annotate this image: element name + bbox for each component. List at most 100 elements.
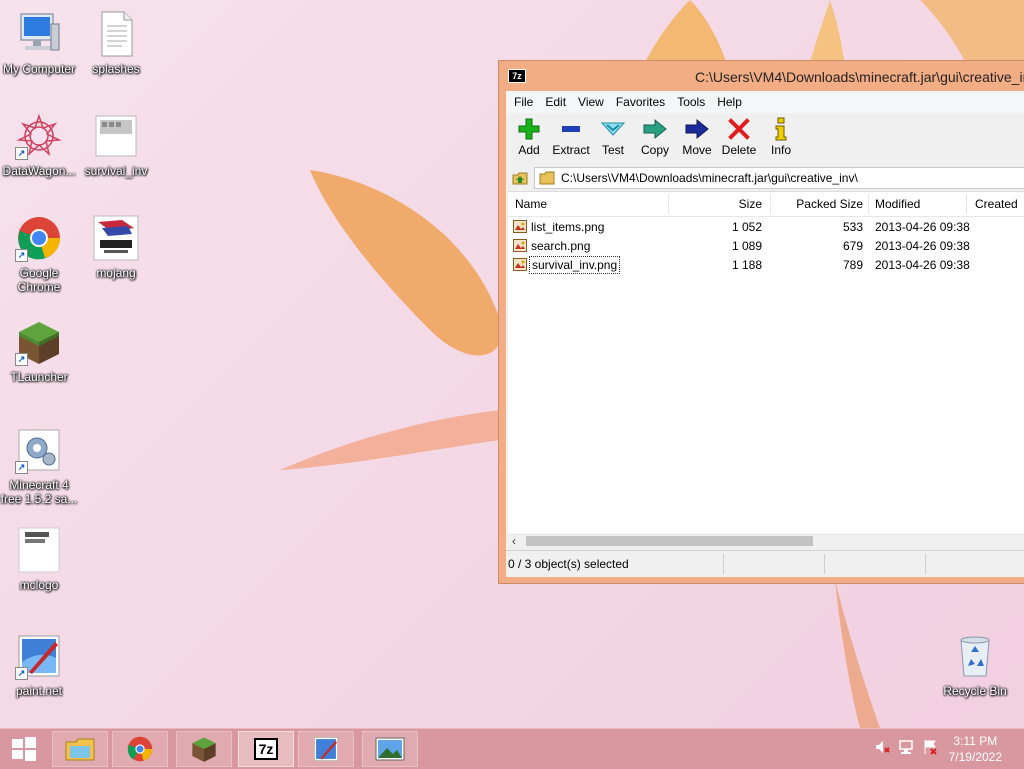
address-bar[interactable]: C:\Users\VM4\Downloads\minecraft.jar\gui… <box>534 167 1024 189</box>
desktop-icon-label: mclogo <box>19 578 59 592</box>
desktop-icon-recycle-bin[interactable]: Recycle Bin <box>936 632 1014 698</box>
file-size: 1 188 <box>731 258 762 272</box>
desktop-icon-mclogo[interactable]: mclogo <box>0 526 78 592</box>
file-explorer-icon <box>65 738 95 761</box>
test-button[interactable]: Test <box>592 113 634 165</box>
up-folder-button[interactable] <box>506 170 534 186</box>
delete-button[interactable]: Delete <box>718 113 760 165</box>
move-button[interactable]: Move <box>676 113 718 165</box>
taskbar-7zip[interactable]: 7z <box>238 731 294 767</box>
desktop-icon-label: splashes <box>92 62 140 76</box>
status-cell <box>825 554 926 574</box>
file-modified: 2013-04-26 09:38 <box>875 220 970 234</box>
taskbar-photos[interactable] <box>362 731 418 767</box>
desktop-icon-splashes[interactable]: splashes <box>77 10 155 76</box>
start-button[interactable] <box>2 731 46 767</box>
column-packed-size[interactable]: Packed Size <box>783 197 863 211</box>
copy-arrow-icon <box>643 118 667 140</box>
column-modified[interactable]: Modified <box>875 197 920 211</box>
status-bar: 0 / 3 object(s) selected <box>506 550 1024 577</box>
desktop-icon-my-computer[interactable]: My Computer <box>0 10 78 76</box>
file-size: 1 052 <box>731 220 762 234</box>
shortcut-arrow-icon: ↗ <box>15 147 28 160</box>
desktop-icon-label: Recycle Bin <box>943 684 1007 698</box>
column-size[interactable]: Size <box>698 197 762 211</box>
desktop-icon-minecraft-installer[interactable]: ↗ Minecraft 4 free 1.5.2 sa... <box>0 426 78 506</box>
taskbar-tlauncher[interactable] <box>176 731 232 767</box>
extract-button[interactable]: Extract <box>550 113 592 165</box>
menu-tools[interactable]: Tools <box>671 95 711 109</box>
menu-bar: File Edit View Favorites Tools Help <box>506 91 1024 113</box>
add-button[interactable]: Add <box>508 113 550 165</box>
clock-time: 3:11 PM <box>953 734 998 748</box>
file-packed-size: 533 <box>842 220 863 234</box>
file-name: list_items.png <box>531 220 605 234</box>
image-file-icon <box>95 115 137 157</box>
menu-edit[interactable]: Edit <box>539 95 572 109</box>
file-modified: 2013-04-26 09:38 <box>875 239 970 253</box>
taskbar-chrome[interactable] <box>112 731 168 767</box>
desktop-icon-paintnet[interactable]: ↗ paint.net <box>0 632 78 698</box>
window-title: C:\Users\VM4\Downloads\minecraft.jar\gui… <box>695 69 1024 85</box>
minus-icon <box>562 126 580 132</box>
desktop-icon-label: My Computer <box>2 62 76 76</box>
taskbar-clock[interactable]: 3:11 PM 7/19/2022 <box>949 733 1002 765</box>
desktop-icon-survival-inv[interactable]: survival_inv <box>77 112 155 178</box>
volume-muted-icon[interactable] <box>874 739 890 758</box>
desktop-icon-label: DataWagon... <box>2 164 76 178</box>
seven-zip-app-icon[interactable]: 7z <box>508 69 526 83</box>
menu-file[interactable]: File <box>508 95 539 109</box>
file-name: survival_inv.png <box>528 256 621 274</box>
minecraft-block-icon <box>192 737 216 762</box>
column-created[interactable]: Created <box>975 197 1018 211</box>
seven-zip-window[interactable]: 7z C:\Users\VM4\Downloads\minecraft.jar\… <box>498 60 1024 584</box>
png-file-icon <box>513 220 527 233</box>
chrome-icon <box>127 736 153 762</box>
table-row[interactable]: list_items.png 1 052 533 2013-04-26 09:3… <box>508 217 1024 236</box>
window-client: File Edit View Favorites Tools Help Add … <box>506 91 1024 577</box>
desktop-icon-label: survival_inv <box>84 164 148 178</box>
scroll-left-arrow-icon[interactable]: ‹ <box>512 534 516 548</box>
move-arrow-icon <box>685 118 709 140</box>
scrollbar-thumb[interactable] <box>526 536 813 546</box>
taskbar: 7z 3:11 PM 7/19/2022 <box>0 728 1024 769</box>
desktop-icon-google-chrome[interactable]: ↗ Google Chrome <box>0 214 78 294</box>
desktop-icon-label: Google Chrome <box>17 266 61 294</box>
toolbar: Add Extract Test Copy Move Delete Info <box>506 113 1024 165</box>
desktop-icon-label: paint.net <box>15 684 63 698</box>
table-row[interactable]: survival_inv.png 1 188 789 2013-04-26 09… <box>508 255 1024 274</box>
table-row[interactable]: search.png 1 089 679 2013-04-26 09:38 <box>508 236 1024 255</box>
file-list[interactable]: Name Size Packed Size Modified Created l… <box>508 191 1024 549</box>
action-center-icon[interactable] <box>922 739 938 758</box>
horizontal-scrollbar[interactable]: ‹ <box>508 533 1024 549</box>
network-icon[interactable] <box>898 739 914 758</box>
taskbar-file-explorer[interactable] <box>52 731 108 767</box>
desktop-icon-mojang[interactable]: mojang <box>77 214 155 280</box>
desktop-icon-label: Minecraft 4 free 1.5.2 sa... <box>0 478 78 506</box>
up-folder-icon <box>512 172 528 185</box>
mojang-image-icon <box>93 215 139 261</box>
png-file-icon <box>513 239 527 252</box>
taskbar-paintnet[interactable] <box>298 731 354 767</box>
image-file-icon <box>18 527 60 573</box>
plus-icon <box>518 118 540 140</box>
column-name[interactable]: Name <box>515 197 547 211</box>
menu-view[interactable]: View <box>572 95 610 109</box>
shortcut-arrow-icon: ↗ <box>15 249 28 262</box>
desktop-icon-datawagon[interactable]: ↗ DataWagon... <box>0 112 78 178</box>
file-modified: 2013-04-26 09:38 <box>875 258 970 272</box>
desktop-icon-tlauncher[interactable]: ↗ TLauncher <box>0 318 78 384</box>
window-titlebar[interactable]: 7z C:\Users\VM4\Downloads\minecraft.jar\… <box>499 61 1024 91</box>
copy-button[interactable]: Copy <box>634 113 676 165</box>
paintnet-icon <box>314 737 338 761</box>
menu-favorites[interactable]: Favorites <box>610 95 671 109</box>
info-button[interactable]: Info <box>760 113 802 165</box>
address-text: C:\Users\VM4\Downloads\minecraft.jar\gui… <box>561 171 858 185</box>
column-header: Name Size Packed Size Modified Created <box>508 192 1024 217</box>
menu-help[interactable]: Help <box>711 95 748 109</box>
address-row: C:\Users\VM4\Downloads\minecraft.jar\gui… <box>506 165 1024 191</box>
text-file-icon <box>101 11 133 57</box>
info-icon <box>775 117 787 141</box>
computer-icon <box>20 13 60 51</box>
windows-logo-icon <box>12 737 36 761</box>
